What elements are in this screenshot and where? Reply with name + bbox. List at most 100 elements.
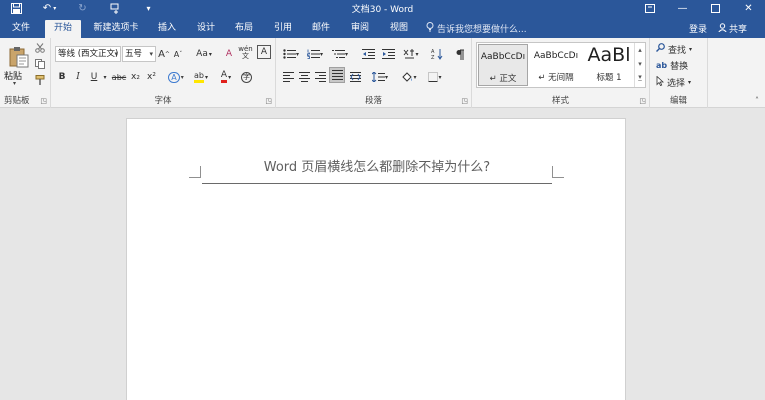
ribbon: 粘贴 ▾ 剪贴板 ◳ 等线 (西文正文) ▾ 五号 ▾ A ^ Aˇ Aa ▾ A …: [0, 38, 765, 108]
ribbon-display-options-icon[interactable]: [633, 0, 666, 17]
asian-layout-button[interactable]: ▾: [400, 45, 422, 63]
clipboard-launcher-icon[interactable]: ◳: [40, 97, 47, 105]
style-heading-1-label: 标题 1: [596, 73, 622, 83]
document-page[interactable]: Word 页眉横线怎么都删除不掉为什么?: [126, 118, 626, 400]
bold-button[interactable]: B: [56, 68, 68, 86]
login-link[interactable]: 登录: [689, 22, 707, 35]
grow-font-glyph: A: [158, 48, 165, 60]
increase-indent-icon[interactable]: [380, 45, 396, 63]
decrease-indent-icon[interactable]: [360, 45, 376, 63]
style-no-spacing-name: ↵ 无间隔: [538, 73, 574, 83]
gallery-up-icon[interactable]: ▴: [635, 43, 645, 57]
clear-formatting-button[interactable]: A: [222, 45, 236, 63]
tab-file[interactable]: 文件: [4, 20, 38, 38]
undo-icon[interactable]: ↶ ▾: [33, 0, 66, 17]
styles-gallery-scroll: ▴ ▾ ▾̲: [634, 43, 645, 87]
style-normal-name: ↵ 正文: [489, 74, 517, 84]
line-spacing-button[interactable]: ▾: [369, 68, 391, 86]
gallery-more-icon[interactable]: ▾̲: [635, 71, 645, 83]
maximize-icon[interactable]: [699, 0, 732, 17]
line-spacing-icon: [371, 72, 385, 82]
justify-icon[interactable]: [329, 67, 345, 83]
format-painter-icon[interactable]: [33, 73, 47, 87]
tab-view[interactable]: 视图: [382, 20, 416, 38]
font-launcher-icon[interactable]: ◳: [265, 97, 272, 105]
collapse-ribbon-icon[interactable]: ˄: [755, 96, 759, 105]
tab-references[interactable]: 引用: [266, 20, 300, 38]
find-button[interactable]: 查找 ▾: [656, 42, 692, 56]
header-border-line: [202, 183, 552, 184]
character-border-button[interactable]: A: [257, 45, 271, 59]
clear-formatting-glyph: A: [225, 49, 233, 59]
borders-button[interactable]: ▾: [424, 68, 446, 86]
tab-layout[interactable]: 布局: [227, 20, 261, 38]
chevron-down-icon: ▾: [688, 78, 692, 86]
replace-button[interactable]: ab 替换: [656, 58, 688, 72]
highlight-button[interactable]: ab ▾: [191, 68, 211, 86]
quick-access-toolbar: ↶ ▾ ↻ ▾: [0, 0, 165, 17]
copy-icon[interactable]: [33, 57, 47, 71]
multilevel-list-button[interactable]: ▾: [328, 45, 352, 63]
tab-review[interactable]: 审阅: [343, 20, 377, 38]
touch-mode-icon[interactable]: [99, 0, 132, 17]
underline-button[interactable]: U: [88, 68, 100, 86]
grow-font-button[interactable]: A ^: [158, 45, 170, 63]
share-button[interactable]: 共享: [718, 22, 747, 35]
tab-design[interactable]: 设计: [189, 20, 223, 38]
style-no-spacing-sample: AaBbCcDı: [533, 51, 579, 61]
style-heading-1[interactable]: AaBl 标题 1: [584, 44, 634, 86]
font-group-label: 字体: [154, 96, 172, 106]
multilevel-list-icon: [331, 50, 345, 58]
style-heading-1-sample: AaBl: [587, 44, 631, 66]
shrink-font-button[interactable]: Aˇ: [172, 45, 184, 63]
paste-button[interactable]: 粘贴 ▾: [0, 40, 32, 87]
underline-dropdown-icon[interactable]: ▾: [101, 68, 109, 86]
tab-insert[interactable]: 插入: [150, 20, 184, 38]
bullets-button[interactable]: ▾: [280, 45, 302, 63]
font-color-glyph: A: [220, 71, 228, 83]
phonetic-guide-button[interactable]: wén 文: [238, 44, 253, 62]
shading-button[interactable]: ▾: [398, 68, 420, 86]
font-family-combo[interactable]: 等线 (西文正文) ▾: [55, 46, 121, 62]
cut-icon[interactable]: [33, 41, 47, 55]
close-icon[interactable]: ✕: [732, 0, 765, 17]
change-case-button[interactable]: Aa ▾: [193, 45, 215, 63]
numbering-button[interactable]: ▾: [304, 45, 326, 63]
paste-icon: [9, 47, 29, 68]
show-marks-icon[interactable]: [453, 45, 467, 63]
tab-home[interactable]: 开始: [45, 20, 81, 38]
tab-new[interactable]: 新建选项卡: [88, 20, 144, 38]
tell-me-box[interactable]: 告诉我您想要做什么...: [426, 22, 527, 35]
minimize-icon[interactable]: —: [666, 0, 699, 17]
text-effects-button[interactable]: A ▾: [167, 68, 185, 86]
italic-button[interactable]: I: [72, 68, 84, 86]
enclose-characters-button[interactable]: 字: [240, 68, 253, 86]
superscript-button[interactable]: x²: [145, 68, 158, 86]
align-right-icon[interactable]: [313, 68, 327, 86]
search-icon: [656, 43, 665, 55]
customize-qat-icon[interactable]: ▾: [132, 0, 165, 17]
align-left-icon[interactable]: [281, 68, 295, 86]
subscript-button[interactable]: x₂: [129, 68, 142, 86]
styles-launcher-icon[interactable]: ◳: [639, 97, 646, 105]
header-text[interactable]: Word 页眉横线怎么都删除不掉为什么?: [127, 156, 627, 175]
font-color-button[interactable]: A ▾: [217, 68, 235, 86]
borders-icon: [428, 72, 439, 82]
select-button[interactable]: 选择 ▾: [656, 75, 691, 89]
save-icon[interactable]: [0, 0, 33, 17]
redo-icon[interactable]: ↻: [66, 0, 99, 17]
align-center-icon[interactable]: [297, 68, 311, 86]
character-border-glyph: A: [260, 47, 268, 57]
paint-bucket-icon: [402, 71, 413, 82]
paragraph-launcher-icon[interactable]: ◳: [461, 97, 468, 105]
gallery-down-icon[interactable]: ▾: [635, 57, 645, 71]
strikethrough-button[interactable]: abc: [111, 68, 127, 86]
sort-icon[interactable]: AZ: [429, 45, 445, 63]
lightbulb-icon: [426, 22, 434, 35]
style-normal[interactable]: AaBbCcDı ↵ 正文: [478, 44, 528, 86]
style-no-spacing[interactable]: AaBbCcDı ↵ 无间隔: [530, 44, 582, 86]
font-size-combo[interactable]: 五号 ▾: [122, 46, 156, 62]
svg-text:Z: Z: [431, 55, 435, 60]
tab-mailings[interactable]: 邮件: [304, 20, 338, 38]
distributed-icon[interactable]: [348, 68, 362, 86]
